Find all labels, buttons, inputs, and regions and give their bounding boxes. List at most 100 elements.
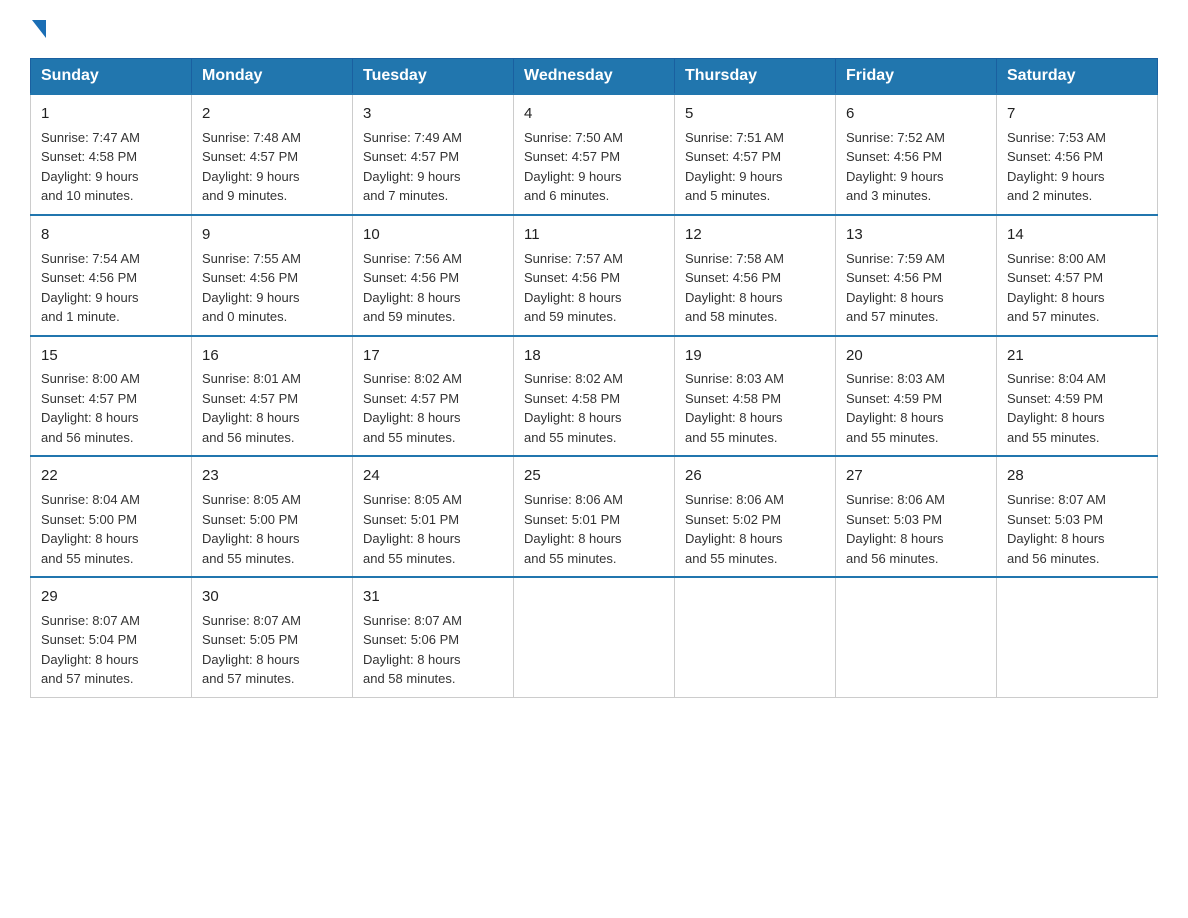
day-info: Sunrise: 7:48 AMSunset: 4:57 PMDaylight:…	[202, 128, 342, 206]
calendar-cell: 2Sunrise: 7:48 AMSunset: 4:57 PMDaylight…	[192, 94, 353, 215]
day-number: 5	[685, 103, 825, 125]
day-number: 8	[41, 224, 181, 246]
calendar-header-row: SundayMondayTuesdayWednesdayThursdayFrid…	[31, 59, 1158, 95]
day-info: Sunrise: 7:57 AMSunset: 4:56 PMDaylight:…	[524, 249, 664, 327]
day-number: 16	[202, 345, 342, 367]
day-info: Sunrise: 8:02 AMSunset: 4:58 PMDaylight:…	[524, 369, 664, 447]
day-info: Sunrise: 7:51 AMSunset: 4:57 PMDaylight:…	[685, 128, 825, 206]
day-info: Sunrise: 8:03 AMSunset: 4:59 PMDaylight:…	[846, 369, 986, 447]
calendar-cell: 13 Sunrise: 7:59 AMSunset: 4:56 PMDayligh…	[836, 215, 997, 336]
column-header-thursday: Thursday	[675, 59, 836, 95]
day-number: 6	[846, 103, 986, 125]
calendar-week-row: 22 Sunrise: 8:04 AMSunset: 5:00 PMDayligh…	[31, 456, 1158, 577]
calendar-cell: 20Sunrise: 8:03 AMSunset: 4:59 PMDayligh…	[836, 336, 997, 457]
calendar-cell: 3 Sunrise: 7:49 AMSunset: 4:57 PMDaylight…	[353, 94, 514, 215]
calendar-cell: 11Sunrise: 7:57 AMSunset: 4:56 PMDayligh…	[514, 215, 675, 336]
calendar-cell: 19Sunrise: 8:03 AMSunset: 4:58 PMDayligh…	[675, 336, 836, 457]
calendar-cell: 22 Sunrise: 8:04 AMSunset: 5:00 PMDayligh…	[31, 456, 192, 577]
calendar-table: SundayMondayTuesdayWednesdayThursdayFrid…	[30, 58, 1158, 698]
day-info: Sunrise: 8:07 AMSunset: 5:05 PMDaylight:…	[202, 611, 342, 689]
calendar-cell: 15Sunrise: 8:00 AMSunset: 4:57 PMDayligh…	[31, 336, 192, 457]
calendar-week-row: 8 Sunrise: 7:54 AMSunset: 4:56 PMDaylight…	[31, 215, 1158, 336]
day-number: 10	[363, 224, 503, 246]
day-number: 31	[363, 586, 503, 608]
day-info: Sunrise: 8:03 AMSunset: 4:58 PMDaylight:…	[685, 369, 825, 447]
calendar-cell: 26 Sunrise: 8:06 AMSunset: 5:02 PMDayligh…	[675, 456, 836, 577]
day-info: Sunrise: 8:05 AMSunset: 5:01 PMDaylight:…	[363, 490, 503, 568]
day-info: Sunrise: 8:07 AMSunset: 5:03 PMDaylight:…	[1007, 490, 1147, 568]
day-info: Sunrise: 8:06 AMSunset: 5:03 PMDaylight:…	[846, 490, 986, 568]
calendar-cell: 23 Sunrise: 8:05 AMSunset: 5:00 PMDayligh…	[192, 456, 353, 577]
calendar-cell	[836, 577, 997, 697]
day-info: Sunrise: 7:56 AMSunset: 4:56 PMDaylight:…	[363, 249, 503, 327]
day-number: 26	[685, 465, 825, 487]
calendar-cell: 16Sunrise: 8:01 AMSunset: 4:57 PMDayligh…	[192, 336, 353, 457]
logo-arrow-icon	[32, 20, 46, 38]
day-number: 22	[41, 465, 181, 487]
calendar-cell: 31 Sunrise: 8:07 AMSunset: 5:06 PMDayligh…	[353, 577, 514, 697]
calendar-cell: 17Sunrise: 8:02 AMSunset: 4:57 PMDayligh…	[353, 336, 514, 457]
calendar-cell: 12 Sunrise: 7:58 AMSunset: 4:56 PMDayligh…	[675, 215, 836, 336]
day-number: 17	[363, 345, 503, 367]
calendar-week-row: 1 Sunrise: 7:47 AMSunset: 4:58 PMDaylight…	[31, 94, 1158, 215]
calendar-cell: 14 Sunrise: 8:00 AMSunset: 4:57 PMDayligh…	[997, 215, 1158, 336]
day-info: Sunrise: 8:02 AMSunset: 4:57 PMDaylight:…	[363, 369, 503, 447]
day-info: Sunrise: 8:01 AMSunset: 4:57 PMDaylight:…	[202, 369, 342, 447]
calendar-cell: 25 Sunrise: 8:06 AMSunset: 5:01 PMDayligh…	[514, 456, 675, 577]
day-info: Sunrise: 7:54 AMSunset: 4:56 PMDaylight:…	[41, 249, 181, 327]
column-header-tuesday: Tuesday	[353, 59, 514, 95]
calendar-cell: 7Sunrise: 7:53 AMSunset: 4:56 PMDaylight…	[997, 94, 1158, 215]
calendar-week-row: 29 Sunrise: 8:07 AMSunset: 5:04 PMDayligh…	[31, 577, 1158, 697]
column-header-friday: Friday	[836, 59, 997, 95]
day-info: Sunrise: 7:58 AMSunset: 4:56 PMDaylight:…	[685, 249, 825, 327]
day-number: 30	[202, 586, 342, 608]
day-info: Sunrise: 8:07 AMSunset: 5:06 PMDaylight:…	[363, 611, 503, 689]
day-info: Sunrise: 8:06 AMSunset: 5:02 PMDaylight:…	[685, 490, 825, 568]
calendar-cell: 6 Sunrise: 7:52 AMSunset: 4:56 PMDaylight…	[836, 94, 997, 215]
day-number: 9	[202, 224, 342, 246]
day-info: Sunrise: 8:07 AMSunset: 5:04 PMDaylight:…	[41, 611, 181, 689]
column-header-sunday: Sunday	[31, 59, 192, 95]
day-info: Sunrise: 8:06 AMSunset: 5:01 PMDaylight:…	[524, 490, 664, 568]
day-number: 29	[41, 586, 181, 608]
day-info: Sunrise: 8:04 AMSunset: 4:59 PMDaylight:…	[1007, 369, 1147, 447]
page-header	[30, 20, 1158, 38]
day-number: 15	[41, 345, 181, 367]
day-info: Sunrise: 7:47 AMSunset: 4:58 PMDaylight:…	[41, 128, 181, 206]
day-info: Sunrise: 7:53 AMSunset: 4:56 PMDaylight:…	[1007, 128, 1147, 206]
day-number: 24	[363, 465, 503, 487]
day-number: 13	[846, 224, 986, 246]
calendar-cell	[997, 577, 1158, 697]
calendar-cell: 24 Sunrise: 8:05 AMSunset: 5:01 PMDayligh…	[353, 456, 514, 577]
calendar-cell: 30 Sunrise: 8:07 AMSunset: 5:05 PMDayligh…	[192, 577, 353, 697]
calendar-cell: 29 Sunrise: 8:07 AMSunset: 5:04 PMDayligh…	[31, 577, 192, 697]
day-info: Sunrise: 8:00 AMSunset: 4:57 PMDaylight:…	[41, 369, 181, 447]
day-number: 3	[363, 103, 503, 125]
day-number: 1	[41, 103, 181, 125]
calendar-cell	[514, 577, 675, 697]
calendar-cell: 4 Sunrise: 7:50 AMSunset: 4:57 PMDaylight…	[514, 94, 675, 215]
day-number: 18	[524, 345, 664, 367]
day-number: 20	[846, 345, 986, 367]
day-info: Sunrise: 8:00 AMSunset: 4:57 PMDaylight:…	[1007, 249, 1147, 327]
day-number: 4	[524, 103, 664, 125]
calendar-cell: 10 Sunrise: 7:56 AMSunset: 4:56 PMDayligh…	[353, 215, 514, 336]
column-header-monday: Monday	[192, 59, 353, 95]
day-number: 19	[685, 345, 825, 367]
day-info: Sunrise: 8:04 AMSunset: 5:00 PMDaylight:…	[41, 490, 181, 568]
calendar-cell	[675, 577, 836, 697]
day-number: 27	[846, 465, 986, 487]
day-number: 25	[524, 465, 664, 487]
day-number: 23	[202, 465, 342, 487]
day-info: Sunrise: 7:50 AMSunset: 4:57 PMDaylight:…	[524, 128, 664, 206]
day-number: 21	[1007, 345, 1147, 367]
day-number: 14	[1007, 224, 1147, 246]
calendar-cell: 28Sunrise: 8:07 AMSunset: 5:03 PMDayligh…	[997, 456, 1158, 577]
day-number: 12	[685, 224, 825, 246]
logo	[30, 20, 48, 38]
day-info: Sunrise: 7:52 AMSunset: 4:56 PMDaylight:…	[846, 128, 986, 206]
calendar-cell: 8 Sunrise: 7:54 AMSunset: 4:56 PMDaylight…	[31, 215, 192, 336]
day-info: Sunrise: 7:59 AMSunset: 4:56 PMDaylight:…	[846, 249, 986, 327]
day-info: Sunrise: 7:49 AMSunset: 4:57 PMDaylight:…	[363, 128, 503, 206]
day-info: Sunrise: 8:05 AMSunset: 5:00 PMDaylight:…	[202, 490, 342, 568]
